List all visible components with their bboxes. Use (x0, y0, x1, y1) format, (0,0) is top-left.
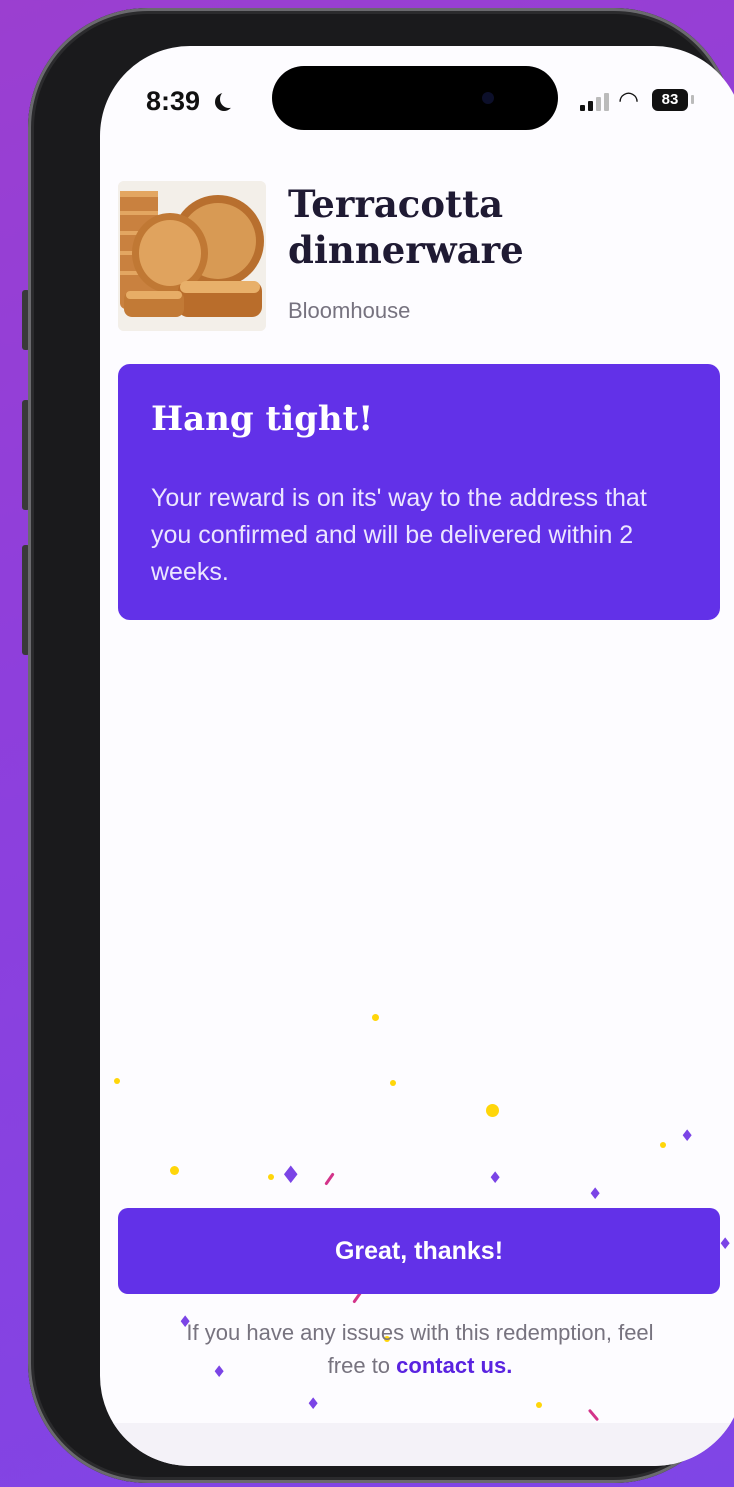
confetti-dot (390, 1080, 396, 1086)
terracotta-plates-illustration (118, 181, 266, 331)
moon-icon (220, 90, 238, 108)
confetti-dot (486, 1104, 499, 1117)
support-footnote: If you have any issues with this redempt… (170, 1316, 670, 1382)
battery-tip (691, 95, 694, 104)
diamond-icon: ♦ (680, 1126, 695, 1145)
confetti-streak (324, 1172, 335, 1186)
confetti-dot (536, 1402, 542, 1408)
dynamic-island (272, 66, 558, 130)
diamond-icon: ♦ (588, 1184, 603, 1203)
battery-level: 83 (661, 91, 679, 108)
signal-icon (580, 93, 609, 111)
product-brand: Bloomhouse (288, 298, 411, 323)
wifi-icon: ◠ (618, 86, 639, 114)
status-time: 8:39 (146, 86, 201, 116)
diamond-icon: ♦ (488, 1168, 503, 1187)
confetti-streak (587, 1408, 600, 1422)
product-title: Terracotta dinnerware (288, 182, 524, 272)
camera-icon (482, 92, 494, 104)
great-thanks-button[interactable]: Great, thanks! (118, 1208, 720, 1294)
contact-us-link[interactable]: contact us. (396, 1353, 512, 1378)
confetti-dot (660, 1142, 666, 1148)
phone-screen: 8:39 ◠ 83 Terracotta dinnerware Bloomhou… (100, 46, 734, 1466)
diamond-icon: ♦ (306, 1394, 321, 1413)
card-body: Your reward is on its' way to the addres… (151, 484, 647, 586)
diamond-icon: ♦ (280, 1161, 302, 1189)
reward-status-card: Hang tight! Your reward is on its' way t… (118, 364, 720, 620)
phone-frame: 8:39 ◠ 83 Terracotta dinnerware Bloomhou… (28, 8, 734, 1483)
confetti-dot (268, 1174, 274, 1180)
confetti-dot (114, 1078, 120, 1084)
card-title: Hang tight! (151, 399, 374, 439)
confetti-dot (170, 1166, 179, 1175)
bottom-strip (100, 1423, 734, 1466)
diamond-icon: ♦ (718, 1234, 733, 1253)
confetti-dot (372, 1014, 379, 1021)
product-image (118, 181, 266, 331)
battery-icon: 83 (652, 89, 688, 111)
